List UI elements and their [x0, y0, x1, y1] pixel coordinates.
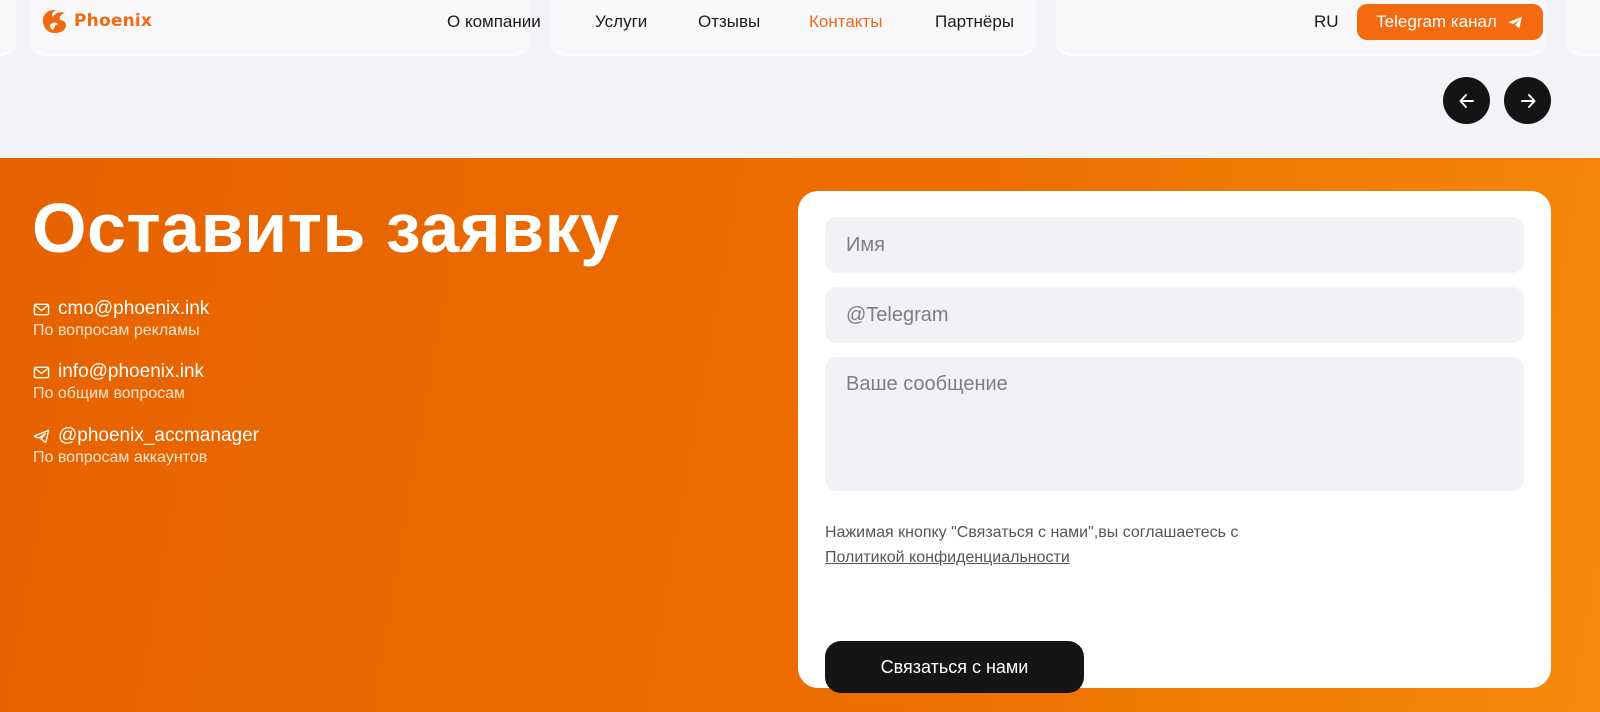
telegram-input[interactable]: @Telegram — [825, 287, 1524, 343]
nav-item-services[interactable]: Услуги — [595, 12, 647, 32]
telegram-channel-button[interactable]: Telegram канал — [1357, 4, 1543, 40]
contact-item: cmo@phoenix.ink По вопросам рекламы — [33, 297, 209, 340]
request-form: Имя @Telegram Ваше сообщение Нажимая кно… — [798, 191, 1551, 693]
contact-value[interactable]: cmo@phoenix.ink — [58, 298, 209, 320]
contact-section: Оставить заявку cmo@phoenix.ink По вопро… — [0, 158, 1600, 712]
consent-text: Нажимая кнопку "Связаться с нами",вы сог… — [825, 524, 1239, 541]
telegram-icon — [1508, 16, 1522, 29]
nav-item-about[interactable]: О компании — [447, 12, 541, 32]
slider-next-button[interactable] — [1504, 77, 1551, 124]
contact-value[interactable]: @phoenix_accmanager — [58, 425, 259, 447]
nav-item-reviews[interactable]: Отзывы — [698, 12, 760, 32]
privacy-policy-link[interactable]: Политикой конфиденциальности — [825, 545, 1238, 570]
contact-item: @phoenix_accmanager По вопросам аккаунто… — [33, 424, 259, 467]
message-textarea[interactable]: Ваше сообщение — [825, 357, 1524, 491]
site-header: Phoenix О компании Услуги Отзывы Контакт… — [0, 0, 1600, 44]
contact-description: По вопросам аккаунтов — [33, 449, 208, 466]
slider-prev-button[interactable] — [1443, 77, 1490, 124]
contact-description: По вопросам рекламы — [33, 322, 200, 339]
telegram-icon — [33, 429, 50, 443]
arrow-left-icon — [1459, 93, 1474, 108]
contact-item: info@phoenix.ink По общим вопросам — [33, 360, 204, 403]
mail-icon — [33, 366, 50, 378]
language-switcher[interactable]: RU — [1314, 12, 1339, 32]
contact-description: По общим вопросам — [33, 385, 186, 402]
mail-icon — [33, 303, 50, 315]
contact-section-title: Оставить заявку — [32, 189, 620, 267]
submit-button[interactable]: Связаться с нами — [825, 641, 1084, 693]
consent-text-block: Нажимая кнопку "Связаться с нами",вы сог… — [825, 520, 1238, 570]
nav-item-contacts[interactable]: Контакты — [809, 12, 882, 32]
contact-value[interactable]: info@phoenix.ink — [58, 361, 204, 383]
arrow-right-icon — [1520, 93, 1535, 108]
name-input[interactable]: Имя — [825, 217, 1524, 273]
nav-item-partners[interactable]: Партнёры — [935, 12, 1014, 32]
services-slider-area: Phoenix О компании Услуги Отзывы Контакт… — [0, 0, 1600, 158]
telegram-button-label: Telegram канал — [1376, 12, 1497, 31]
